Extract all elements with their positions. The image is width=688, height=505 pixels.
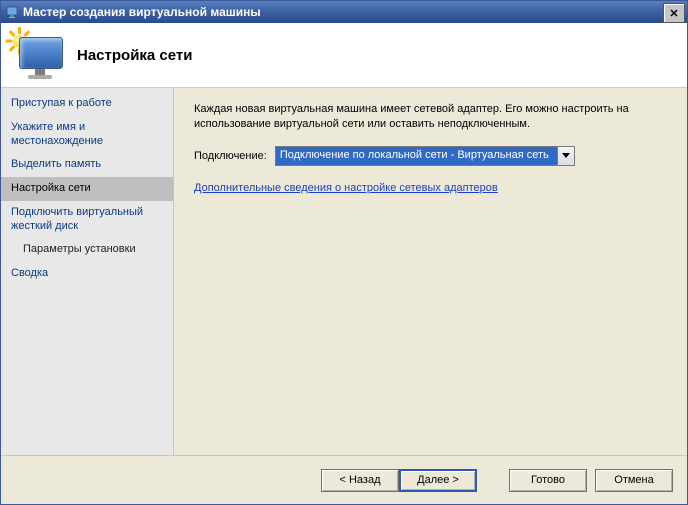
page-heading: Настройка сети	[77, 47, 192, 64]
connection-select-value: Подключение по локальной сети - Виртуаль…	[275, 146, 557, 166]
step-name-location[interactable]: Укажите имя и местонахождение	[1, 116, 173, 154]
titlebar: Мастер создания виртуальной машины ✕	[1, 1, 687, 23]
wizard-icon	[7, 29, 65, 81]
close-button[interactable]: ✕	[663, 3, 685, 23]
app-icon	[5, 5, 19, 19]
wizard-main-panel: Каждая новая виртуальная машина имеет се…	[174, 88, 687, 455]
close-icon: ✕	[669, 7, 678, 20]
wizard-header: Настройка сети	[1, 23, 687, 88]
back-button[interactable]: < Назад	[321, 469, 399, 492]
window-title: Мастер создания виртуальной машины	[23, 5, 663, 19]
step-network[interactable]: Настройка сети	[1, 177, 173, 201]
step-vhd[interactable]: Подключить виртуальный жесткий диск	[1, 201, 173, 239]
wizard-footer: < Назад Далее > Готово Отмена	[1, 455, 687, 504]
wizard-window: Мастер создания виртуальной машины ✕	[0, 0, 688, 505]
step-memory[interactable]: Выделить память	[1, 153, 173, 177]
step-install-options[interactable]: Параметры установки	[1, 238, 173, 262]
connection-row: Подключение: Подключение по локальной се…	[194, 146, 669, 166]
step-getting-started[interactable]: Приступая к работе	[1, 92, 173, 116]
connection-label: Подключение:	[194, 150, 267, 162]
chevron-down-icon	[562, 150, 570, 162]
more-info-link[interactable]: Дополнительные сведения о настройке сете…	[194, 182, 669, 194]
description-text: Каждая новая виртуальная машина имеет се…	[194, 102, 669, 132]
next-button[interactable]: Далее >	[399, 469, 477, 492]
step-summary[interactable]: Сводка	[1, 262, 173, 286]
connection-select-button[interactable]	[557, 146, 575, 166]
cancel-button[interactable]: Отмена	[595, 469, 673, 492]
connection-select[interactable]: Подключение по локальной сети - Виртуаль…	[275, 146, 575, 166]
wizard-sidebar: Приступая к работе Укажите имя и местона…	[1, 88, 174, 455]
wizard-body: Приступая к работе Укажите имя и местона…	[1, 88, 687, 455]
finish-button[interactable]: Готово	[509, 469, 587, 492]
